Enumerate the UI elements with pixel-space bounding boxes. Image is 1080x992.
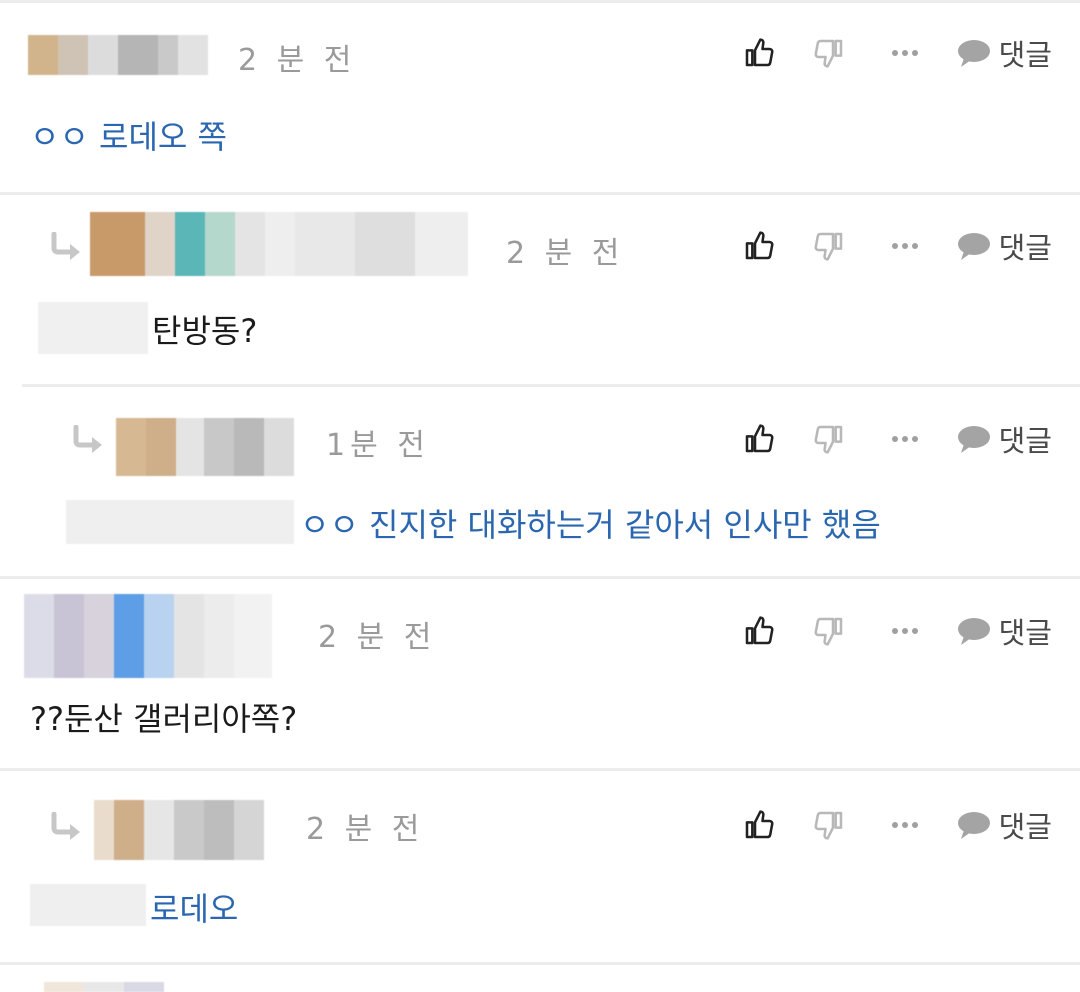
divider (0, 576, 1080, 579)
divider (0, 192, 1080, 195)
comment-body: ㅇㅇ 로데오 쪽 (30, 118, 227, 156)
comment-time: 1분 전 (326, 428, 430, 463)
comment-actions: 댓글 (739, 804, 1052, 846)
comment-time: 2 분 전 (318, 620, 437, 655)
thumbs-up-icon (745, 424, 774, 453)
thumbs-down-icon (814, 39, 842, 68)
reply-label: 댓글 (998, 231, 1052, 265)
like-button[interactable] (739, 423, 779, 455)
divider (0, 0, 1080, 3)
blurred-username (116, 418, 294, 476)
comment-time: 2 분 전 (238, 43, 357, 78)
thumbs-up-icon (745, 810, 774, 839)
more-button[interactable] (887, 821, 923, 829)
blurred-username (90, 212, 468, 276)
reply-button[interactable]: 댓글 (957, 225, 1052, 267)
like-button[interactable] (739, 230, 779, 262)
blurred-username (44, 982, 164, 992)
comment-body: 로데오 (150, 890, 239, 928)
reply-label: 댓글 (998, 424, 1052, 458)
comment-body: 탄방동? (152, 312, 258, 350)
dislike-button[interactable] (809, 615, 849, 647)
divider (0, 768, 1080, 771)
comment-time: 2 분 전 (306, 812, 425, 847)
comment-body: ??둔산 갤러리아쪽? (30, 700, 298, 738)
more-dots-icon (891, 436, 918, 442)
more-button[interactable] (887, 49, 923, 57)
reply-button[interactable]: 댓글 (957, 610, 1052, 652)
comment-actions: 댓글 (739, 32, 1052, 74)
reply-button[interactable]: 댓글 (957, 418, 1052, 460)
dislike-button[interactable] (809, 230, 849, 262)
comment-actions: 댓글 (739, 418, 1052, 460)
more-dots-icon (891, 50, 918, 56)
blurred-username (94, 800, 264, 860)
speech-bubble-icon (957, 426, 990, 453)
thumbs-up-icon (745, 616, 774, 645)
thumbs-down-icon (814, 811, 842, 840)
dislike-button[interactable] (809, 809, 849, 841)
reply-label: 댓글 (998, 38, 1052, 72)
like-button[interactable] (739, 615, 779, 647)
blurred-mention (38, 302, 148, 354)
more-dots-icon (891, 243, 918, 249)
speech-bubble-icon (957, 812, 990, 839)
blurred-username (28, 35, 208, 75)
like-button[interactable] (739, 809, 779, 841)
divider (0, 962, 1080, 965)
blurred-mention (30, 884, 146, 926)
dislike-button[interactable] (809, 423, 849, 455)
dislike-button[interactable] (809, 37, 849, 69)
blurred-username (24, 594, 292, 678)
comment-actions: 댓글 (739, 225, 1052, 267)
reply-label: 댓글 (998, 616, 1052, 650)
more-button[interactable] (887, 435, 923, 443)
reply-button[interactable]: 댓글 (957, 804, 1052, 846)
reply-arrow-icon (73, 425, 102, 453)
more-button[interactable] (887, 627, 923, 635)
comment-time: 2 분 전 (506, 236, 625, 271)
speech-bubble-icon (957, 618, 990, 645)
divider (22, 384, 1080, 387)
reply-label: 댓글 (998, 810, 1052, 844)
blurred-mention (66, 500, 294, 544)
speech-bubble-icon (957, 233, 990, 260)
speech-bubble-icon (957, 40, 990, 67)
like-button[interactable] (739, 37, 779, 69)
thumbs-up-icon (745, 38, 774, 67)
thumbs-down-icon (814, 425, 842, 454)
more-dots-icon (891, 822, 918, 828)
thumbs-down-icon (814, 617, 842, 646)
comment-actions: 댓글 (739, 610, 1052, 652)
more-button[interactable] (887, 242, 923, 250)
reply-arrow-icon (51, 812, 80, 840)
comment-body: ㅇㅇ 진지한 대화하는거 같아서 인사만 했음 (300, 506, 881, 544)
more-dots-icon (891, 628, 918, 634)
reply-arrow-icon (51, 232, 80, 260)
reply-button[interactable]: 댓글 (957, 32, 1052, 74)
thumbs-up-icon (745, 231, 774, 260)
thumbs-down-icon (814, 232, 842, 261)
